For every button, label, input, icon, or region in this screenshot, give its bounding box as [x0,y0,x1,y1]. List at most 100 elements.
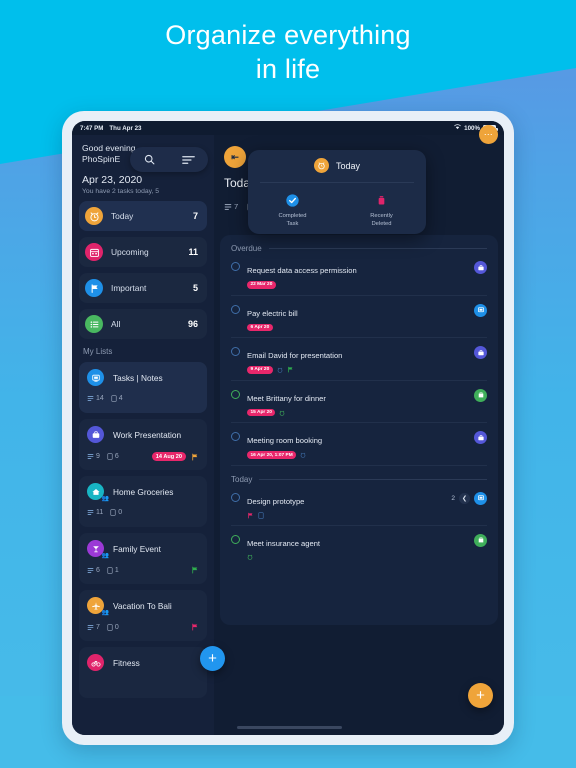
note-icon [110,509,116,516]
headline-line-2: in life [255,54,321,84]
flag-icon [192,623,198,631]
task-row[interactable]: Meet insurance agent [231,526,487,566]
sidebar-date: Apr 23, 2020 [82,174,143,186]
popup-title: Today [335,160,361,171]
list-item-fitness[interactable]: Fitness [79,647,207,698]
popup-action-label: Recently Deleted [370,213,393,227]
sidebar-item-important[interactable]: Important 5 [79,273,207,303]
tasks-icon [87,395,94,402]
sidebar-subtitle: You have 2 tasks today, 5 [82,188,160,195]
sidebar-item-label: Today [111,211,134,221]
search-icon[interactable] [144,154,155,165]
task-title: Meeting room booking [247,436,323,446]
sidebar-item-today[interactable]: Today 7 [79,201,207,231]
task-due-badge: 15 Apr 20 [247,408,276,417]
status-bar: 7:47 PM Thu Apr 23 100% [72,121,504,135]
list-item-note-count: 1 [107,567,119,574]
task-checkbox[interactable] [231,432,240,442]
alarm-clock-icon [277,367,283,373]
shopping-bag-icon [474,533,487,547]
bicycle-icon [87,654,104,671]
sort-icon[interactable] [181,155,195,165]
list-item-home-groceries[interactable]: 👥 Home Groceries 11 0 [79,476,207,527]
list-item-title: Work Presentation [113,429,182,440]
task-checkbox[interactable] [231,347,240,357]
task-title: Pay electric bill [247,308,298,318]
shared-people-icon: 👥 [101,553,109,559]
sidebar-item-upcoming[interactable]: Upcoming 11 [79,237,207,267]
alarm-clock-icon [247,554,253,560]
main-task-count: 7 [224,202,238,211]
sidebar-item-count: 5 [192,283,198,293]
popup-action-recently-deleted[interactable]: Recently Deleted [337,192,426,228]
cocktail-icon: 👥 [87,540,109,559]
note-icon [111,395,117,402]
sidebar-item-count: 7 [192,211,198,221]
list-item-vacation-to-bali[interactable]: 👥 Vacation To Bali 7 0 [79,590,207,641]
briefcase-icon [474,431,487,445]
list-item-task-count: 9 [87,453,100,460]
sidebar-item-count: 11 [188,247,198,257]
task-row[interactable]: Request data access permission 22 Mar 20 [231,253,487,296]
list-item-tasks-notes[interactable]: Tasks | Notes 14 4 [79,362,207,413]
sidebar-item-all[interactable]: All 96 [79,309,207,339]
add-task-button[interactable]: + [468,683,493,708]
subtask-count: 2 [451,494,455,502]
trash-icon [374,192,390,208]
shared-people-icon: 👥 [101,610,109,616]
task-checkbox[interactable] [231,534,240,544]
add-list-button[interactable]: + [200,646,225,671]
list-item-task-count: 11 [87,509,103,516]
briefcase-icon [474,261,487,274]
list-item-title: Fitness [113,657,140,668]
my-lists-header: My Lists [83,347,113,356]
task-title: Design prototype [247,496,305,506]
task-title: Request data access permission [247,266,357,275]
divider [259,478,487,480]
home-indicator [237,726,342,729]
task-row[interactable]: Meet Brittany for dinner 15 Apr 20 [231,381,487,424]
divider [260,182,414,183]
task-row[interactable]: Design prototype 2 ❮ [231,484,487,526]
home-icon: 👥 [87,483,109,502]
section-header-today: Today [231,475,487,484]
note-icon [107,623,113,631]
task-checkbox[interactable] [231,389,240,399]
list-item-family-event[interactable]: 👥 Family Event 6 1 [79,533,207,584]
task-row[interactable]: Email David for presentation 9 Apr 20 [231,338,487,381]
today-options-popup: Today Completed Task Recently Deleted [248,150,426,234]
task-checkbox[interactable] [231,304,240,314]
task-checkbox[interactable] [231,492,240,502]
task-title: Meet insurance agent [247,538,321,548]
section-header-overdue: Overdue [231,244,487,253]
flag-icon [287,367,293,373]
flag-icon [192,453,198,460]
task-due-badge: 9 Apr 20 [247,366,273,374]
sidebar-item-count: 96 [187,319,198,329]
check-circle-icon [285,192,301,208]
search-sort-pill[interactable] [130,147,208,172]
collapse-left-icon[interactable]: ⇤ [224,146,246,168]
flag-icon [248,512,253,519]
popup-actions: Completed Task Recently Deleted [248,192,426,228]
task-row[interactable]: Meeting room booking 16 Apr 20, 1:07 PM [231,423,487,466]
ellipsis-icon[interactable]: ⋯ [479,125,498,144]
list-item-work-presentation[interactable]: Work Presentation 9 6 14 Aug 20 [79,419,207,470]
tasks-icon [224,203,232,210]
alarm-clock-icon [85,207,103,225]
list-item-note-count: 0 [110,509,122,516]
popup-header: Today [248,158,426,173]
monitor-icon [474,491,487,505]
chevron-left-icon[interactable]: ❮ [459,492,470,504]
list-item-task-count: 6 [87,567,100,574]
list-item-title: Vacation To Bali [113,600,172,611]
calendar-icon [85,243,103,261]
task-list-panel: Overdue Request data access permission 2… [220,235,498,625]
task-due-badge: 16 Apr 20, 1:07 PM [247,451,297,459]
task-row[interactable]: Pay electric bill 6 Apr 20 [231,296,487,339]
task-checkbox[interactable] [231,262,240,271]
sidebar-item-label: Important [111,283,147,293]
note-icon [258,512,264,519]
popup-action-completed-task[interactable]: Completed Task [248,192,337,228]
list-item-title: Home Groceries [113,486,174,497]
